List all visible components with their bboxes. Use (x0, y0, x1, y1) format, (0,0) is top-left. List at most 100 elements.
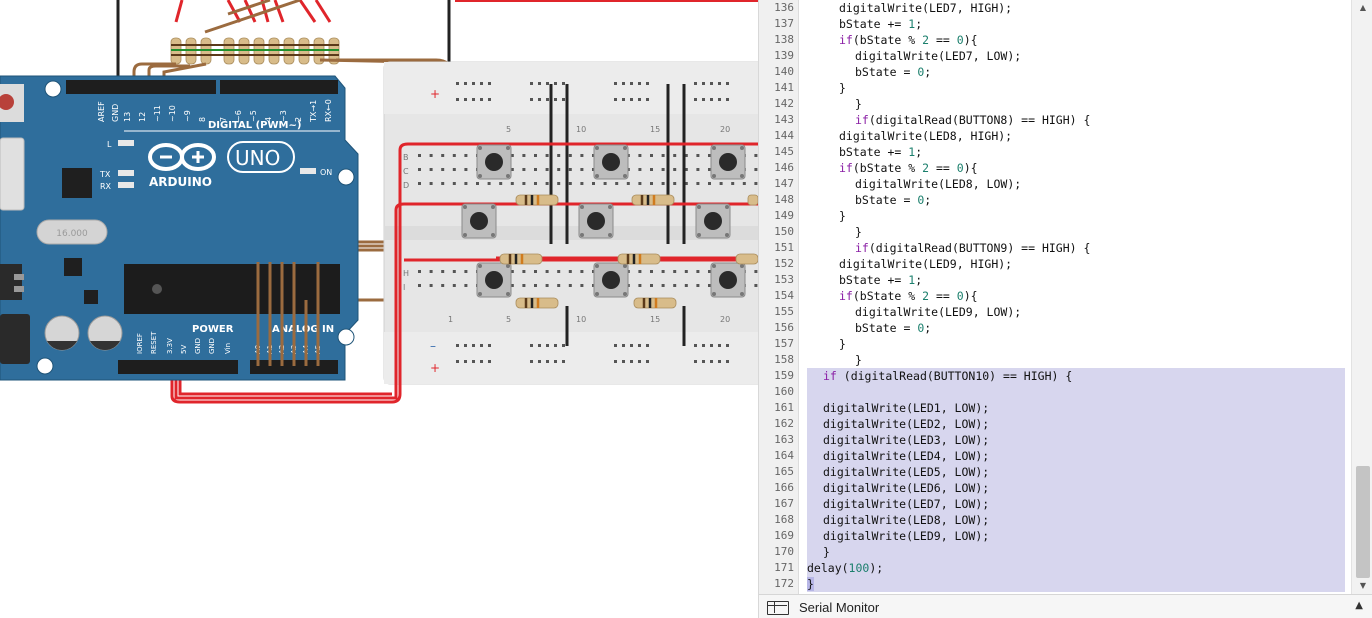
breadboard-hole[interactable] (731, 182, 735, 185)
code-editor[interactable]: 136 digitalWrite(LED7, HIGH); 137 bState +=… (758, 0, 1372, 618)
breadboard-hole[interactable] (480, 82, 483, 85)
breadboard-hole[interactable] (557, 270, 561, 273)
breadboard-hole[interactable] (472, 344, 475, 347)
breadboard-hole[interactable] (538, 344, 541, 347)
breadboard-hole[interactable] (673, 154, 677, 157)
breadboard-hole[interactable] (684, 284, 688, 287)
breadboard-hole[interactable] (464, 344, 467, 347)
breadboard-hole[interactable] (661, 270, 665, 273)
breadboard-hole[interactable] (480, 360, 483, 363)
code-text[interactable]: if(bState % 2 == 0){ (839, 160, 978, 176)
breadboard-hole[interactable] (614, 344, 617, 347)
breadboard-hole[interactable] (441, 270, 445, 273)
breadboard-hole[interactable] (630, 360, 633, 363)
code-line[interactable]: 147 digitalWrite(LED8, LOW); (759, 176, 1351, 192)
breadboard-hole[interactable] (673, 168, 677, 171)
breadboard-hole[interactable] (545, 270, 549, 273)
breadboard-hole[interactable] (696, 182, 700, 185)
breadboard-hole[interactable] (614, 360, 617, 363)
code-text[interactable]: } (855, 96, 862, 112)
breadboard-hole[interactable] (472, 360, 475, 363)
breadboard-hole[interactable] (464, 98, 467, 101)
code-text[interactable]: digitalWrite(LED9, HIGH); (839, 256, 1012, 272)
code-text[interactable]: digitalWrite(LED8, LOW); (855, 176, 1021, 192)
code-line[interactable]: 171 delay(100); (759, 560, 1351, 576)
code-line[interactable]: 144 digitalWrite(LED8, HIGH); (759, 128, 1351, 144)
breadboard-hole[interactable] (696, 168, 700, 171)
breadboard-hole[interactable] (554, 360, 557, 363)
breadboard-hole[interactable] (661, 154, 665, 157)
code-text[interactable]: digitalWrite(LED5, LOW); (823, 464, 989, 480)
code-line[interactable]: 163 digitalWrite(LED3, LOW); (759, 432, 1351, 448)
code-line[interactable]: 154 if(bState % 2 == 0){ (759, 288, 1351, 304)
serial-monitor-bar[interactable]: Serial Monitor ▲ (759, 594, 1372, 618)
breadboard-hole[interactable] (580, 284, 584, 287)
breadboard-hole[interactable] (673, 284, 677, 287)
code-line[interactable]: 141} (759, 80, 1351, 96)
vertical-scrollbar[interactable]: ▲ ▼ (1351, 0, 1372, 594)
code-text[interactable]: digitalWrite(LED2, LOW); (823, 416, 989, 432)
breadboard-hole[interactable] (702, 98, 705, 101)
breadboard-hole[interactable] (719, 182, 723, 185)
breadboard-hole[interactable] (456, 344, 459, 347)
code-line[interactable]: 149} (759, 208, 1351, 224)
breadboard-hole[interactable] (568, 270, 572, 273)
breadboard-hole[interactable] (650, 270, 653, 273)
chevron-up-icon[interactable]: ▲ (1355, 600, 1363, 611)
breadboard-hole[interactable] (522, 284, 526, 287)
breadboard-hole[interactable] (418, 182, 421, 185)
code-line[interactable]: 159 if (digitalRead(BUTTON10) == HIGH) { (759, 368, 1351, 384)
breadboard-hole[interactable] (650, 154, 653, 157)
pushbutton[interactable] (710, 262, 746, 298)
resistor-bank[interactable] (170, 37, 340, 65)
breadboard-hole[interactable] (630, 344, 633, 347)
breadboard-hole[interactable] (568, 168, 572, 171)
breadboard-hole[interactable] (534, 168, 537, 171)
code-line[interactable]: 145 bState += 1; (759, 144, 1351, 160)
breadboard-hole[interactable] (452, 168, 456, 171)
breadboard-hole[interactable] (545, 182, 549, 185)
breadboard-hole[interactable] (464, 154, 468, 157)
pushbutton[interactable] (710, 144, 746, 180)
breadboard-hole[interactable] (580, 168, 584, 171)
code-line[interactable]: 172} (759, 576, 1351, 592)
breadboard-hole[interactable] (488, 98, 491, 101)
breadboard-hole[interactable] (646, 344, 649, 347)
code-line[interactable]: 160 (759, 384, 1351, 400)
breadboard-hole[interactable] (646, 360, 649, 363)
breadboard-hole[interactable] (510, 182, 514, 185)
breadboard-hole[interactable] (452, 270, 456, 273)
breadboard-hole[interactable] (554, 82, 557, 85)
breadboard-hole[interactable] (546, 344, 549, 347)
breadboard-hole[interactable] (710, 82, 713, 85)
breadboard-hole[interactable] (538, 82, 541, 85)
pushbutton[interactable] (476, 144, 512, 180)
breadboard-hole[interactable] (718, 360, 721, 363)
breadboard-hole[interactable] (546, 360, 549, 363)
code-text[interactable]: digitalWrite(LED1, LOW); (823, 400, 989, 416)
breadboard-hole[interactable] (538, 98, 541, 101)
digital-header-right[interactable] (220, 80, 338, 94)
code-line[interactable]: 168 digitalWrite(LED8, LOW); (759, 512, 1351, 528)
breadboard-hole[interactable] (592, 182, 595, 185)
breadboard-hole[interactable] (622, 360, 625, 363)
breadboard-hole[interactable] (522, 270, 526, 273)
breadboard-hole[interactable] (522, 168, 526, 171)
breadboard-hole[interactable] (530, 82, 533, 85)
breadboard-hole[interactable] (646, 82, 649, 85)
breadboard-hole[interactable] (630, 98, 633, 101)
scroll-thumb[interactable] (1356, 466, 1370, 578)
breadboard-hole[interactable] (562, 344, 565, 347)
code-line[interactable]: 167 digitalWrite(LED7, LOW); (759, 496, 1351, 512)
breadboard-hole[interactable] (562, 82, 565, 85)
code-text[interactable]: bState += 1; (839, 16, 922, 32)
breadboard-hole[interactable] (487, 182, 491, 185)
breadboard-hole[interactable] (603, 182, 607, 185)
breadboard-hole[interactable] (562, 98, 565, 101)
breadboard-hole[interactable] (614, 82, 617, 85)
code-line[interactable]: 155 digitalWrite(LED9, LOW); (759, 304, 1351, 320)
pushbutton[interactable] (593, 262, 629, 298)
breadboard-hole[interactable] (718, 344, 721, 347)
breadboard-hole[interactable] (626, 182, 630, 185)
breadboard-hole[interactable] (630, 82, 633, 85)
